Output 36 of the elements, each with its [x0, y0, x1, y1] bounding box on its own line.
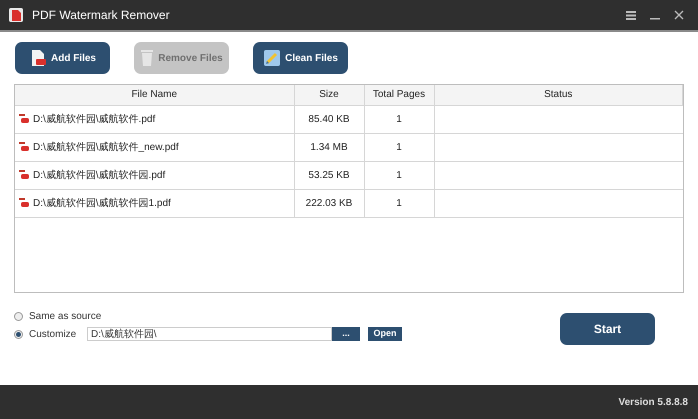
option-label: Same as source: [29, 310, 102, 324]
table-cell: 1.34 MB: [294, 133, 364, 161]
table-cell: 1: [364, 133, 434, 161]
radio-button[interactable]: [14, 312, 23, 320]
menu-icon[interactable]: [626, 10, 636, 20]
browse-button[interactable]: ...: [332, 327, 360, 341]
column-header: Size: [294, 85, 364, 105]
radio-button[interactable]: [14, 330, 23, 338]
table-cell: 53.25 KB: [294, 161, 364, 189]
pdf-file-icon: [19, 114, 29, 124]
table-cell: 85.40 KB: [294, 105, 364, 133]
window-title: PDF Watermark Remover: [32, 7, 170, 24]
table-cell: 1: [364, 161, 434, 189]
trash-icon: [140, 49, 154, 67]
table-cell: 222.03 KB: [294, 189, 364, 217]
version-label: Version 5.8.8.8: [618, 396, 688, 410]
pdf-file-icon: [19, 198, 29, 208]
column-header: Status: [434, 85, 682, 105]
toolbar-button[interactable]: Clean Files: [253, 42, 348, 74]
column-header: Total Pages: [364, 85, 434, 105]
file-path: D:\威航软件园\威航软件_new.pdf: [33, 140, 179, 154]
column-header: File Name: [15, 85, 294, 105]
path-field[interactable]: D:\威航软件园\: [87, 327, 332, 341]
toolbar-button[interactable]: Add Files: [15, 42, 110, 74]
open-button[interactable]: Open: [368, 327, 402, 341]
table-cell: 1: [364, 189, 434, 217]
file-path: D:\威航软件园\威航软件.pdf: [33, 112, 156, 126]
table-cell: 1: [364, 105, 434, 133]
pdf-file-icon: [19, 142, 29, 152]
start-button[interactable]: Start: [560, 313, 655, 345]
file-path: D:\威航软件园\威航软件园.pdf: [33, 168, 166, 182]
close-icon[interactable]: [674, 10, 684, 20]
app-logo-icon: [8, 7, 24, 23]
pdf-file-icon: [19, 170, 29, 180]
file-path: D:\威航软件园\威航软件园1.pdf: [33, 196, 171, 210]
option-label: Customize: [29, 328, 78, 342]
